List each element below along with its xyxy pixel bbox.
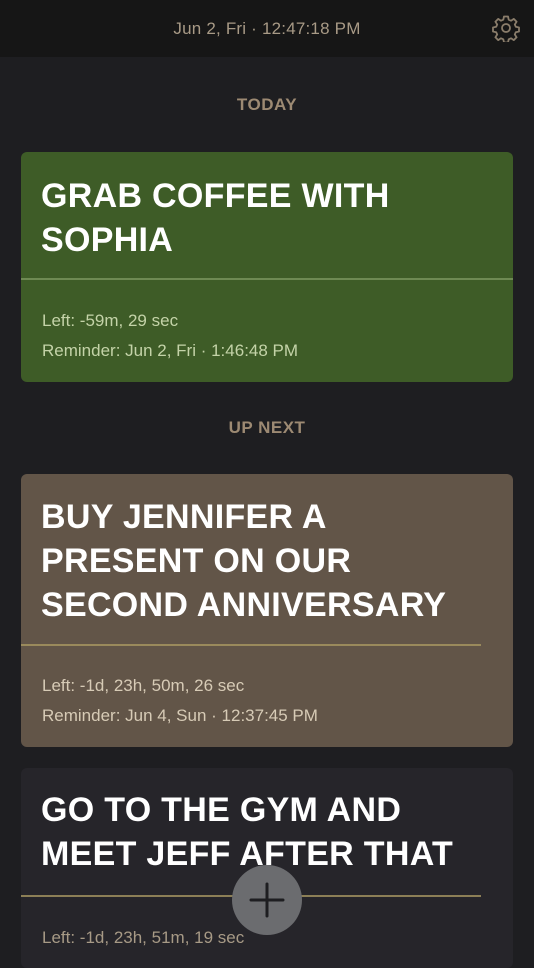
task-card[interactable]: BUY JENNIFER A PRESENT ON OUR SECOND ANN… — [21, 474, 513, 747]
task-card[interactable]: GRAB COFFEE WITH SOPHIA Left: -59m, 29 s… — [21, 152, 513, 382]
reminder-time: Reminder: Jun 2, Fri · 1:46:48 PM — [42, 341, 299, 360]
time-left: Left: -59m, 29 sec — [42, 311, 179, 330]
time-left: Left: -1d, 23h, 51m, 19 sec — [42, 928, 245, 947]
top-bar: Jun 2, Fri · 12:47:18 PM — [0, 0, 534, 57]
current-datetime: Jun 2, Fri · 12:47:18 PM — [173, 18, 361, 38]
task-meta: Left: -1d, 23h, 51m, 19 sec — [42, 923, 244, 953]
card-divider — [21, 278, 513, 280]
card-divider — [21, 644, 481, 646]
task-title: BUY JENNIFER A PRESENT ON OUR SECOND ANN… — [41, 498, 447, 624]
time-left: Left: -1d, 23h, 50m, 26 sec — [42, 676, 245, 695]
section-title-today: TODAY — [236, 95, 298, 114]
plus-icon — [249, 882, 285, 918]
reminder-time: Reminder: Jun 4, Sun · 12:37:45 PM — [42, 706, 318, 725]
task-title: GO TO THE GYM AND MEET JEFF AFTER THAT — [41, 791, 454, 873]
task-meta: Left: -1d, 23h, 50m, 26 sec Reminder: Ju… — [42, 671, 318, 731]
section-title-up-next: UP NEXT — [228, 418, 306, 437]
task-meta: Left: -59m, 29 sec Reminder: Jun 2, Fri … — [42, 306, 298, 366]
gear-icon[interactable] — [492, 14, 520, 44]
add-task-button[interactable] — [232, 865, 302, 935]
task-title: GRAB COFFEE WITH SOPHIA — [41, 177, 390, 259]
